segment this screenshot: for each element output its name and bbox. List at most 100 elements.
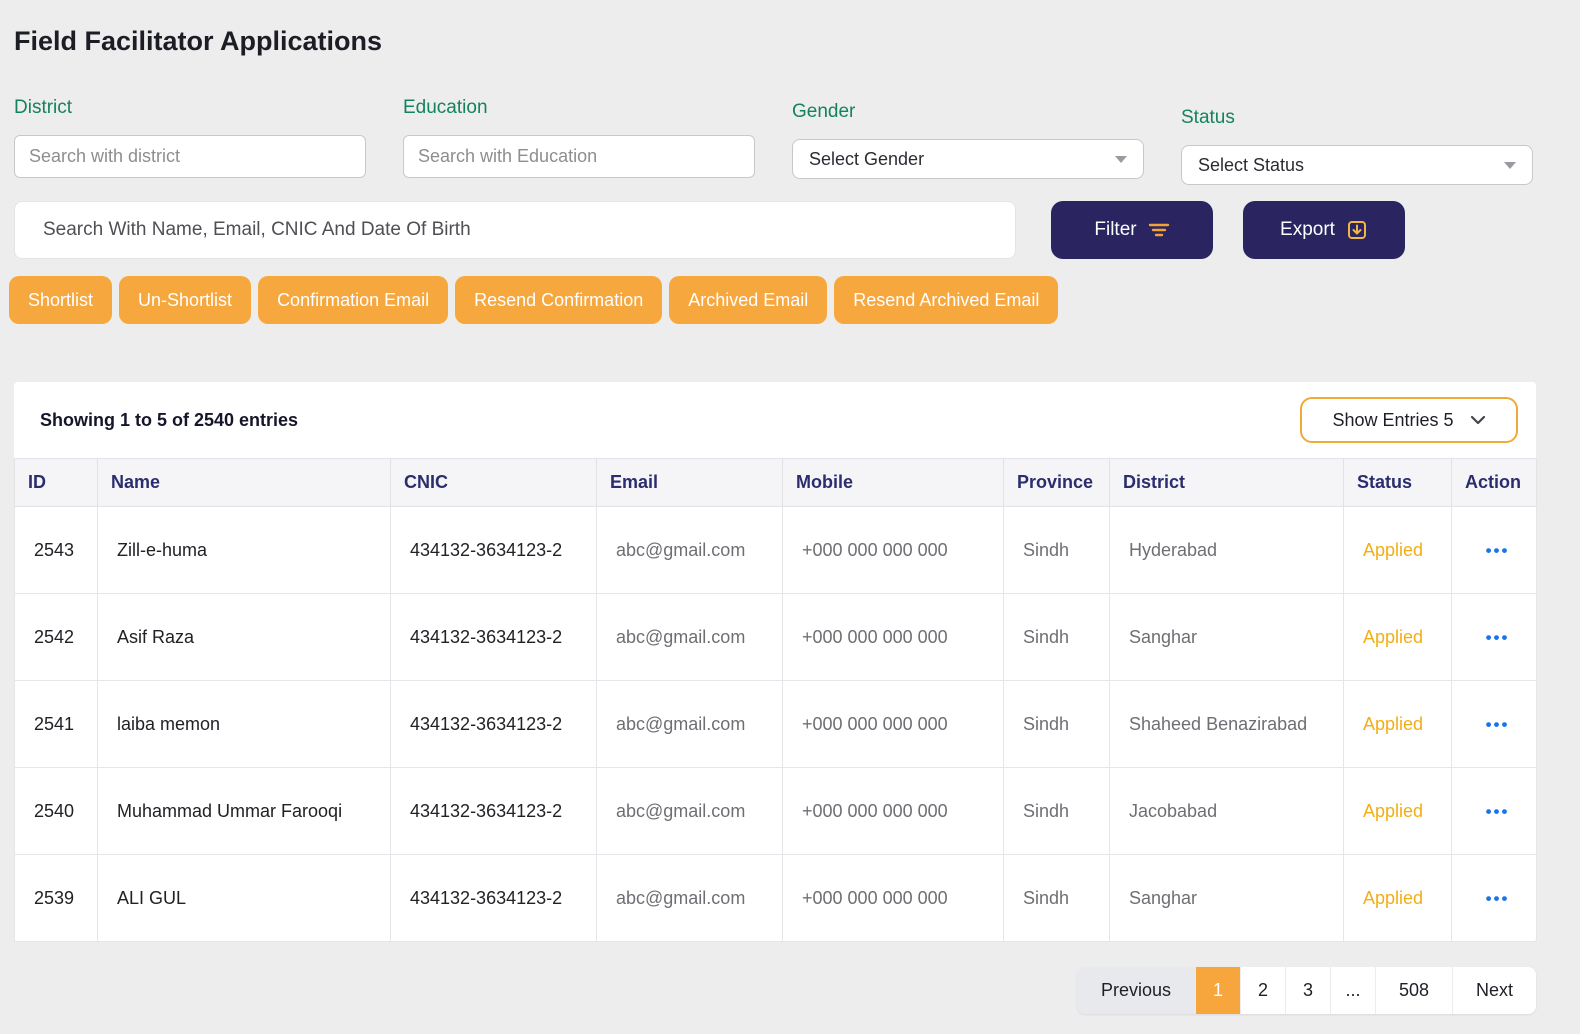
cell-email: abc@gmail.com (597, 681, 783, 768)
status-badge: Applied (1344, 507, 1452, 594)
column-header-province: Province (1004, 459, 1110, 507)
field-facilitator-applications-page: Field Facilitator Applications District … (0, 0, 1580, 1014)
page-button-2[interactable]: 2 (1240, 967, 1285, 1014)
cell-district: Hyderabad (1110, 507, 1344, 594)
un-shortlist-button[interactable]: Un-Shortlist (119, 276, 251, 324)
education-filter-group: Education (403, 97, 755, 185)
cell-province: Sindh (1004, 681, 1110, 768)
cell-email: abc@gmail.com (597, 768, 783, 855)
applications-table: ID Name CNIC Email Mobile Province Distr… (14, 458, 1537, 942)
table-row: 2540 Muhammad Ummar Farooqi 434132-36341… (15, 768, 1537, 855)
search-row: Filter Export (14, 201, 1536, 259)
status-filter-group: Status Select Status (1181, 107, 1533, 185)
resend-confirmation-button[interactable]: Resend Confirmation (455, 276, 662, 324)
cell-cnic: 434132-3634123-2 (391, 594, 597, 681)
archived-email-button[interactable]: Archived Email (669, 276, 827, 324)
filter-button-label: Filter (1094, 219, 1136, 241)
page-title: Field Facilitator Applications (14, 0, 1536, 57)
cell-action: ••• (1452, 681, 1537, 768)
cell-name: Asif Raza (98, 594, 391, 681)
ellipsis-icon: ••• (1486, 802, 1510, 821)
status-label: Status (1181, 107, 1533, 129)
district-filter-group: District (14, 97, 366, 185)
resend-archived-email-button[interactable]: Resend Archived Email (834, 276, 1058, 324)
gender-label: Gender (792, 101, 1144, 123)
status-badge: Applied (1344, 681, 1452, 768)
filters-row: District Education Gender Select Gender … (14, 97, 1536, 185)
education-label: Education (403, 97, 755, 119)
cell-district: Jacobabad (1110, 768, 1344, 855)
table-header-row: ID Name CNIC Email Mobile Province Distr… (15, 459, 1537, 507)
district-label: District (14, 97, 366, 119)
download-icon (1346, 219, 1368, 241)
status-badge: Applied (1344, 768, 1452, 855)
caret-down-icon (1504, 162, 1516, 169)
caret-down-icon (1115, 156, 1127, 163)
export-button[interactable]: Export (1243, 201, 1405, 259)
pagination: Previous 1 2 3 ... 508 Next (1077, 967, 1536, 1014)
pagination-row: Previous 1 2 3 ... 508 Next (14, 967, 1536, 1014)
entries-summary: Showing 1 to 5 of 2540 entries (40, 410, 298, 431)
column-header-name: Name (98, 459, 391, 507)
applications-card: Showing 1 to 5 of 2540 entries Show Entr… (14, 382, 1536, 942)
cell-district: Sanghar (1110, 855, 1344, 942)
cell-province: Sindh (1004, 507, 1110, 594)
confirmation-email-button[interactable]: Confirmation Email (258, 276, 448, 324)
cell-name: Zill-e-huma (98, 507, 391, 594)
column-header-district: District (1110, 459, 1344, 507)
ellipsis-icon: ••• (1486, 889, 1510, 908)
filter-button[interactable]: Filter (1051, 201, 1213, 259)
column-header-id: ID (15, 459, 98, 507)
cell-id: 2543 (15, 507, 98, 594)
column-header-action: Action (1452, 459, 1537, 507)
cell-mobile: +000 000 000 000 (783, 855, 1004, 942)
cell-name: Muhammad Ummar Farooqi (98, 768, 391, 855)
cell-mobile: +000 000 000 000 (783, 681, 1004, 768)
ellipsis-icon: ••• (1486, 715, 1510, 734)
cell-action: ••• (1452, 594, 1537, 681)
gender-select[interactable]: Select Gender (792, 139, 1144, 179)
column-header-cnic: CNIC (391, 459, 597, 507)
district-search-input[interactable] (14, 135, 366, 178)
cell-name: ALI GUL (98, 855, 391, 942)
next-page-button[interactable]: Next (1452, 967, 1536, 1014)
cell-action: ••• (1452, 855, 1537, 942)
status-badge: Applied (1344, 855, 1452, 942)
cell-mobile: +000 000 000 000 (783, 507, 1004, 594)
cell-province: Sindh (1004, 855, 1110, 942)
ellipsis-icon: ••• (1486, 628, 1510, 647)
card-header: Showing 1 to 5 of 2540 entries Show Entr… (14, 382, 1536, 458)
row-actions-button[interactable]: ••• (1480, 627, 1516, 649)
status-select[interactable]: Select Status (1181, 145, 1533, 185)
cell-id: 2541 (15, 681, 98, 768)
row-actions-button[interactable]: ••• (1480, 540, 1516, 562)
export-button-label: Export (1280, 219, 1335, 241)
page-button-ellipsis[interactable]: ... (1330, 967, 1375, 1014)
cell-cnic: 434132-3634123-2 (391, 681, 597, 768)
show-entries-select[interactable]: Show Entries 5 (1300, 397, 1518, 443)
cell-province: Sindh (1004, 768, 1110, 855)
cell-cnic: 434132-3634123-2 (391, 768, 597, 855)
page-button-3[interactable]: 3 (1285, 967, 1330, 1014)
row-actions-button[interactable]: ••• (1480, 714, 1516, 736)
cell-cnic: 434132-3634123-2 (391, 507, 597, 594)
cell-district: Sanghar (1110, 594, 1344, 681)
education-search-input[interactable] (403, 135, 755, 178)
cell-action: ••• (1452, 768, 1537, 855)
row-actions-button[interactable]: ••• (1480, 888, 1516, 910)
page-button-508[interactable]: 508 (1375, 967, 1452, 1014)
cell-email: abc@gmail.com (597, 507, 783, 594)
page-button-1[interactable]: 1 (1195, 967, 1240, 1014)
gender-filter-group: Gender Select Gender (792, 101, 1144, 185)
cell-cnic: 434132-3634123-2 (391, 855, 597, 942)
cell-id: 2542 (15, 594, 98, 681)
table-row: 2539 ALI GUL 434132-3634123-2 abc@gmail.… (15, 855, 1537, 942)
previous-page-button[interactable]: Previous (1077, 967, 1195, 1014)
row-actions-button[interactable]: ••• (1480, 801, 1516, 823)
column-header-status: Status (1344, 459, 1452, 507)
bulk-actions-row: Shortlist Un-Shortlist Confirmation Emai… (9, 276, 1536, 324)
global-search-input[interactable] (14, 201, 1016, 259)
cell-email: abc@gmail.com (597, 855, 783, 942)
shortlist-button[interactable]: Shortlist (9, 276, 112, 324)
table-row: 2541 laiba memon 434132-3634123-2 abc@gm… (15, 681, 1537, 768)
